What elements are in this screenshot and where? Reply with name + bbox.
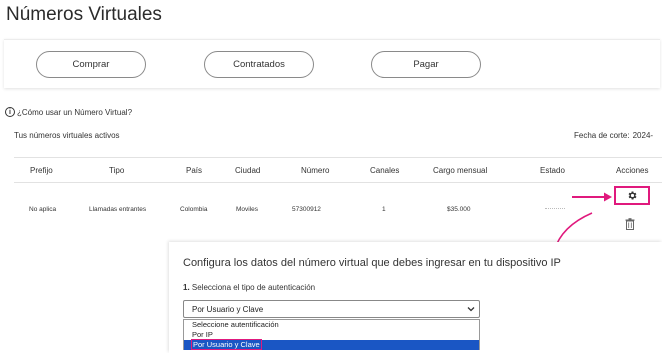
status-placeholder bbox=[545, 208, 565, 210]
col-prefijo: Prefijo bbox=[30, 166, 53, 175]
cell-canales: 1 bbox=[382, 206, 386, 213]
help-link[interactable]: i ¿Cómo usar un Número Virtual? bbox=[5, 107, 132, 117]
contracted-button[interactable]: Contratados bbox=[204, 51, 314, 78]
pay-button[interactable]: Pagar bbox=[371, 51, 481, 78]
cell-numero: 57300912 bbox=[292, 206, 321, 213]
step-label: 1. Selecciona el tipo de autenticación bbox=[183, 283, 315, 292]
info-icon: i bbox=[5, 107, 15, 117]
cell-ciudad: Moviles bbox=[236, 206, 259, 213]
auth-type-options: Seleccione autentificación Por IP Por Us… bbox=[183, 319, 480, 350]
chevron-down-icon bbox=[467, 307, 475, 312]
auth-type-select[interactable]: Por Usuario y Clave bbox=[183, 300, 480, 318]
trash-icon[interactable] bbox=[625, 218, 635, 230]
col-ciudad: Ciudad bbox=[235, 166, 261, 175]
cutoff-label: Fecha de corte: bbox=[574, 131, 630, 140]
col-numero: Número bbox=[301, 166, 330, 175]
step-text: Selecciona el tipo de autenticación bbox=[191, 283, 316, 292]
col-cargo: Cargo mensual bbox=[433, 166, 488, 175]
settings-button[interactable] bbox=[614, 186, 650, 205]
col-canales: Canales bbox=[370, 166, 400, 175]
cutoff-date: Fecha de corte: 2024- bbox=[574, 131, 653, 140]
gear-icon bbox=[628, 191, 636, 200]
buy-button[interactable]: Comprar bbox=[36, 51, 146, 78]
selected-option-label: Por Usuario y Clave bbox=[191, 339, 262, 350]
option-seleccione[interactable]: Seleccione autentificación bbox=[184, 320, 479, 330]
col-acciones: Acciones bbox=[616, 166, 649, 175]
config-panel: Configura los datos del número virtual q… bbox=[169, 242, 662, 353]
col-tipo: Tipo bbox=[109, 166, 125, 175]
step-number: 1. bbox=[183, 283, 190, 292]
cell-prefijo: No aplica bbox=[29, 206, 57, 213]
section-title: Tus números virtuales activos bbox=[14, 131, 120, 140]
help-link-label: ¿Cómo usar un Número Virtual? bbox=[17, 107, 133, 117]
page-title: Números Virtuales bbox=[6, 4, 162, 25]
config-panel-title: Configura los datos del número virtual q… bbox=[183, 257, 561, 269]
table-header: Prefijo Tipo País Ciudad Número Canales … bbox=[14, 157, 662, 183]
action-bar: Comprar Contratados Pagar bbox=[4, 39, 660, 88]
cell-pais: Colombia bbox=[180, 206, 208, 213]
col-pais: País bbox=[186, 166, 203, 175]
cell-cargo: $35.000 bbox=[447, 206, 471, 213]
cutoff-value: 2024- bbox=[632, 131, 654, 140]
arrow-head bbox=[604, 192, 612, 202]
cell-tipo: Llamadas entrantes bbox=[89, 206, 147, 213]
option-por-ip[interactable]: Por IP bbox=[184, 330, 479, 340]
option-por-usuario-y-clave[interactable]: Por Usuario y Clave bbox=[184, 339, 479, 350]
auth-type-select-value: Por Usuario y Clave bbox=[192, 305, 264, 314]
col-estado: Estado bbox=[540, 166, 565, 175]
